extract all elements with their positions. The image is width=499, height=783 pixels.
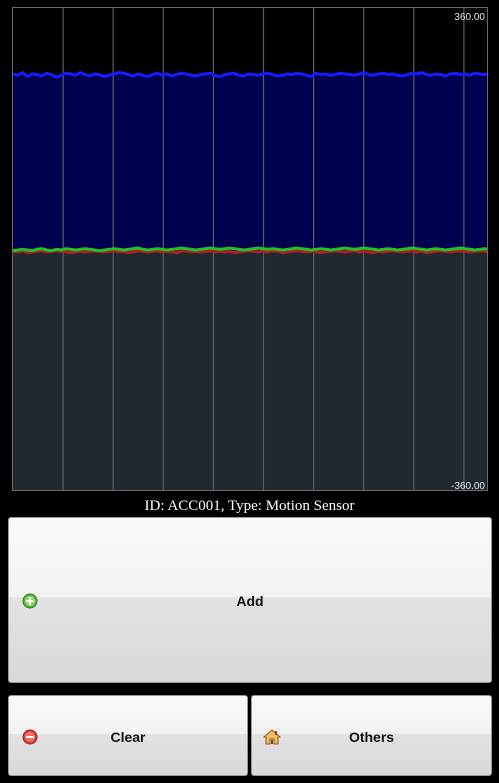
sensor-caption: ID: ACC001, Type: Motion Sensor [144, 498, 355, 514]
add-button[interactable]: Add [8, 517, 492, 683]
others-button-label: Others [348, 729, 395, 745]
lower-region-fill [13, 248, 487, 490]
add-button-label: Add [236, 593, 264, 609]
upper-region-fill [13, 72, 487, 251]
clear-button-label: Clear [110, 729, 146, 745]
series-line-2 [13, 249, 487, 255]
clear-button[interactable]: Clear [8, 695, 248, 776]
y-min-label: -360.00 [451, 481, 485, 491]
others-button[interactable]: Others [251, 695, 492, 776]
chart-fills [13, 72, 487, 490]
y-max-label: 360.00 [454, 12, 485, 23]
sensor-screen: 360.00 -360.00 ID: ACC001, Type: Motion … [0, 0, 499, 783]
sensor-chart: 360.00 -360.00 [12, 7, 488, 491]
chart-canvas: 360.00 -360.00 [13, 8, 487, 491]
